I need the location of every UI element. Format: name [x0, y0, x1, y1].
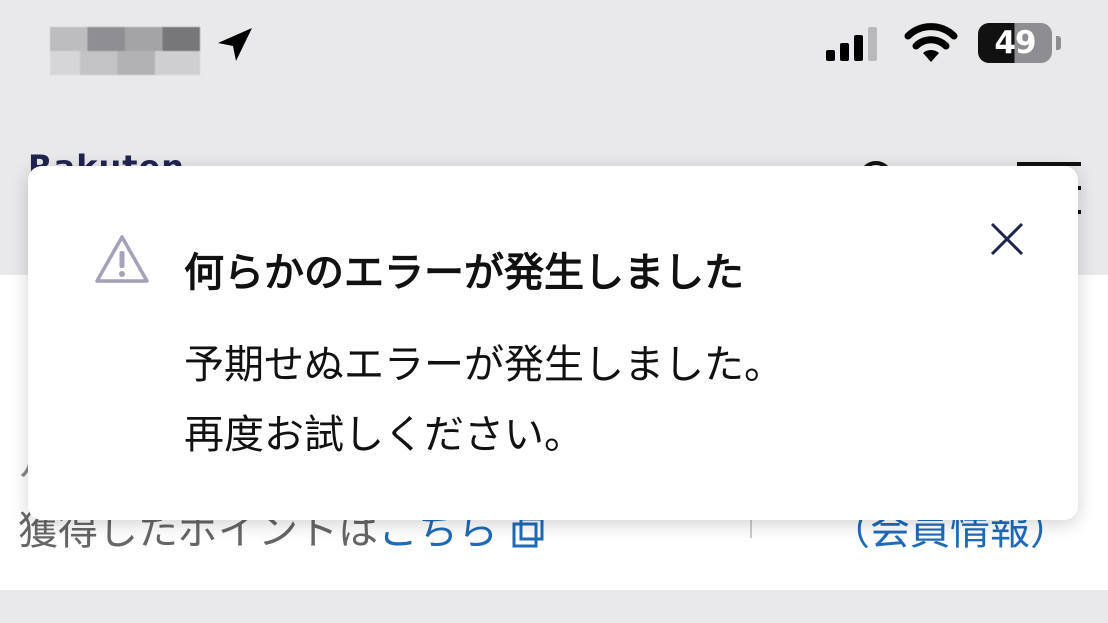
error-message: 予期せぬエラーが発生しました。 再度お試しください。 [184, 330, 784, 470]
location-arrow-icon [218, 28, 252, 61]
error-message-line-2: 再度お試しください。 [184, 412, 584, 458]
cellular-signal-icon [826, 27, 877, 61]
error-message-line-1: 予期せぬエラーが発生しました。 [184, 342, 784, 388]
wifi-icon [904, 23, 958, 62]
error-title: 何らかのエラーが発生しました [184, 250, 744, 296]
error-dialog: 何らかのエラーが発生しました 予期せぬエラーが発生しました。 再度お試しください… [28, 166, 1078, 520]
close-icon[interactable] [984, 216, 1030, 262]
battery-level: 49 [994, 25, 1036, 61]
warning-icon [95, 235, 149, 283]
external-link-icon[interactable] [511, 516, 545, 550]
footer-band [0, 590, 1108, 623]
battery-icon: 49 [978, 23, 1061, 63]
carrier-name-blurred [50, 27, 200, 75]
status-bar: 49 [0, 0, 1108, 100]
